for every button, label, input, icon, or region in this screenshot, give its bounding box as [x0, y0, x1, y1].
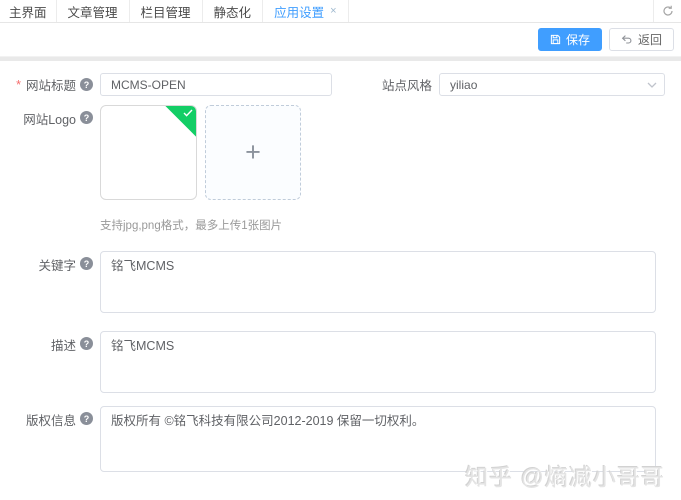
description-row: 描述 ? 铭飞MCMS	[0, 331, 681, 393]
help-icon[interactable]: ?	[80, 337, 93, 350]
site-style-label: 站点风格	[382, 75, 432, 94]
logo-row: 网站Logo ? +	[0, 105, 681, 200]
save-button-label: 保存	[566, 34, 590, 46]
toolbar: 保存 返回	[0, 23, 681, 56]
plus-icon: +	[245, 139, 261, 166]
copyright-row: 版权信息 ? 版权所有 ©铭飞科技有限公司2012-2019 保留一切权利。	[0, 406, 681, 472]
settings-form: * 网站标题 ? 站点风格 yiliao 网站Logo ?	[0, 61, 681, 472]
copyright-textarea[interactable]: 版权所有 ©铭飞科技有限公司2012-2019 保留一切权利。	[100, 406, 656, 472]
help-icon[interactable]: ?	[80, 111, 93, 124]
back-button-label: 返回	[638, 34, 662, 46]
tab-articles[interactable]: 文章管理	[57, 0, 130, 22]
logo-upload-list: +	[100, 105, 301, 200]
description-textarea[interactable]: 铭飞MCMS	[100, 331, 656, 393]
tab-app-settings[interactable]: 应用设置 ×	[263, 0, 348, 22]
help-icon[interactable]: ?	[80, 78, 93, 91]
tab-label: 应用设置	[274, 2, 324, 21]
keywords-row: 关键字 ? 铭飞MCMS	[0, 251, 681, 313]
tab-main[interactable]: 主界面	[0, 0, 57, 22]
close-icon[interactable]: ×	[330, 6, 336, 17]
chevron-down-icon	[647, 82, 657, 88]
tab-bar-spacer	[349, 0, 653, 22]
tab-static[interactable]: 静态化	[203, 0, 264, 22]
site-title-label-text: 网站标题	[26, 75, 76, 94]
back-arrow-icon	[621, 34, 633, 45]
tab-columns[interactable]: 栏目管理	[130, 0, 203, 22]
required-mark: *	[16, 78, 21, 92]
tab-label: 栏目管理	[141, 2, 191, 21]
tab-label: 主界面	[9, 2, 47, 21]
logo-label-text: 网站Logo	[23, 109, 76, 128]
description-label: 描述 ?	[0, 331, 93, 393]
site-style-label-text: 站点风格	[382, 75, 432, 94]
app-window: 主界面 文章管理 栏目管理 静态化 应用设置 ×	[0, 0, 681, 500]
uploaded-logo-thumbnail[interactable]	[100, 105, 197, 200]
site-title-row: * 网站标题 ? 站点风格 yiliao	[0, 73, 681, 96]
upload-hint: 支持jpg,png格式，最多上传1张图片	[100, 217, 681, 233]
refresh-button[interactable]	[653, 0, 681, 22]
help-icon[interactable]: ?	[80, 257, 93, 270]
copyright-label-text: 版权信息	[26, 410, 76, 429]
site-style-value: yiliao	[450, 78, 477, 92]
copyright-label: 版权信息 ?	[0, 406, 93, 472]
description-label-text: 描述	[51, 335, 76, 354]
site-title-label: * 网站标题 ?	[0, 75, 93, 94]
site-style-select[interactable]: yiliao	[439, 73, 665, 96]
keywords-textarea[interactable]: 铭飞MCMS	[100, 251, 656, 313]
back-button[interactable]: 返回	[609, 28, 674, 51]
logo-label: 网站Logo ?	[0, 105, 93, 200]
save-button[interactable]: 保存	[538, 28, 602, 51]
refresh-icon	[662, 5, 674, 17]
keywords-label: 关键字 ?	[0, 251, 93, 313]
tab-label: 文章管理	[68, 2, 118, 21]
save-icon	[550, 34, 561, 45]
tab-label: 静态化	[214, 2, 252, 21]
keywords-label-text: 关键字	[38, 255, 76, 274]
help-icon[interactable]: ?	[80, 412, 93, 425]
check-icon	[183, 109, 193, 117]
add-image-button[interactable]: +	[205, 105, 301, 200]
tab-bar: 主界面 文章管理 栏目管理 静态化 应用设置 ×	[0, 0, 681, 23]
site-title-input[interactable]	[100, 73, 332, 96]
